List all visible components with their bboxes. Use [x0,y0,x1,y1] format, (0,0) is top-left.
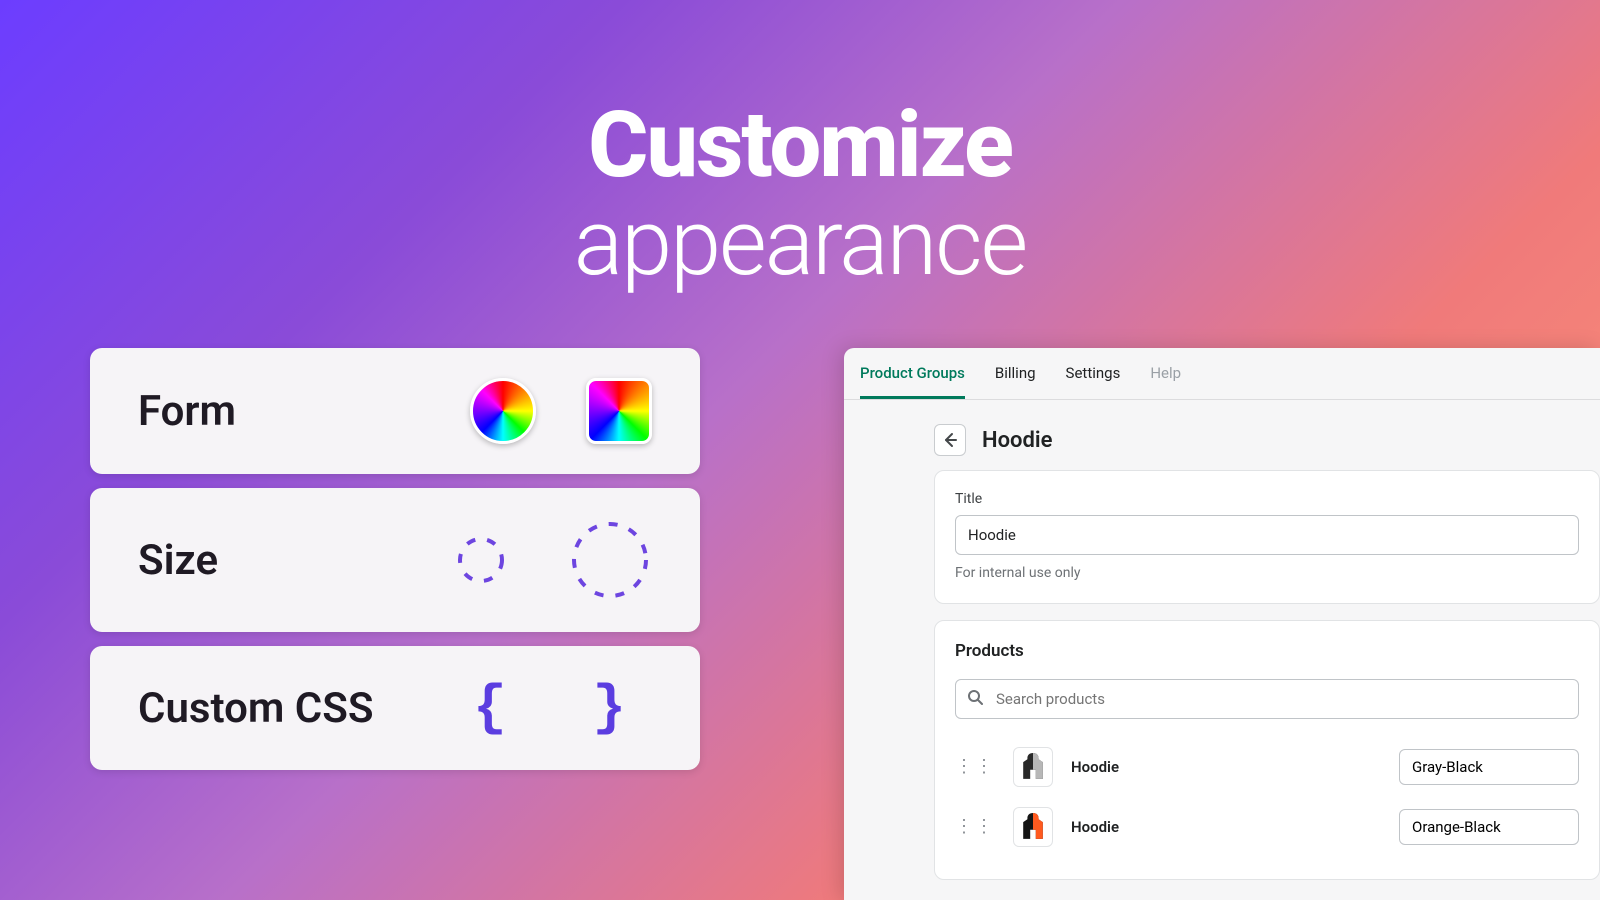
arrow-left-icon [942,432,958,448]
product-list: ⋮⋮ Hoodie Gray-Black ⋮⋮ Hoodie Orange-Black [955,737,1579,857]
hero-title: Customize [0,100,1600,192]
title-hint: For internal use only [955,565,1579,581]
card-size: Size [90,488,700,632]
card-custom-css: Custom CSS { } [90,646,700,770]
dashed-circle-small-icon [454,533,508,587]
drag-handle-icon[interactable]: ⋮⋮ [955,762,995,772]
feature-cards: Form Size Custom CSS { } [90,348,700,770]
back-button[interactable] [934,424,966,456]
title-label: Title [955,491,1579,507]
product-name: Hoodie [1071,818,1119,836]
drag-handle-icon[interactable]: ⋮⋮ [955,822,995,832]
product-name: Hoodie [1071,758,1119,776]
title-input[interactable] [955,515,1579,555]
products-heading: Products [955,641,1579,661]
braces-icon: { } [473,676,652,740]
products-box: Products ⋮⋮ Hoodie Gray-Black ⋮⋮ Hoodie Orang… [934,620,1600,880]
card-css-label: Custom CSS [138,684,374,733]
tab-settings[interactable]: Settings [1066,364,1121,399]
page-title: Hoodie [982,428,1052,453]
search-icon [967,689,983,709]
card-form: Form [90,348,700,474]
card-form-label: Form [138,387,236,436]
tab-help[interactable]: Help [1150,364,1181,399]
hero: Customize appearance [0,100,1600,290]
card-size-label: Size [138,536,218,585]
hero-subtitle: appearance [0,198,1600,290]
tab-product-groups[interactable]: Product Groups [860,364,965,399]
color-wheel-square-icon [586,378,652,444]
tabs: Product Groups Billing Settings Help [844,348,1600,400]
search-products-input[interactable] [955,679,1579,719]
color-wheel-circle-icon [470,378,536,444]
tab-billing[interactable]: Billing [995,364,1036,399]
product-row: ⋮⋮ Hoodie Gray-Black [955,737,1579,797]
variant-select[interactable]: Orange-Black [1399,809,1579,845]
admin-panel: Product Groups Billing Settings Help Hoodie… [844,348,1600,900]
product-thumbnail [1013,807,1053,847]
variant-select[interactable]: Gray-Black [1399,749,1579,785]
title-box: Title For internal use only [934,470,1600,604]
dashed-circle-large-icon [568,518,652,602]
product-row: ⋮⋮ Hoodie Orange-Black [955,797,1579,857]
product-thumbnail [1013,747,1053,787]
